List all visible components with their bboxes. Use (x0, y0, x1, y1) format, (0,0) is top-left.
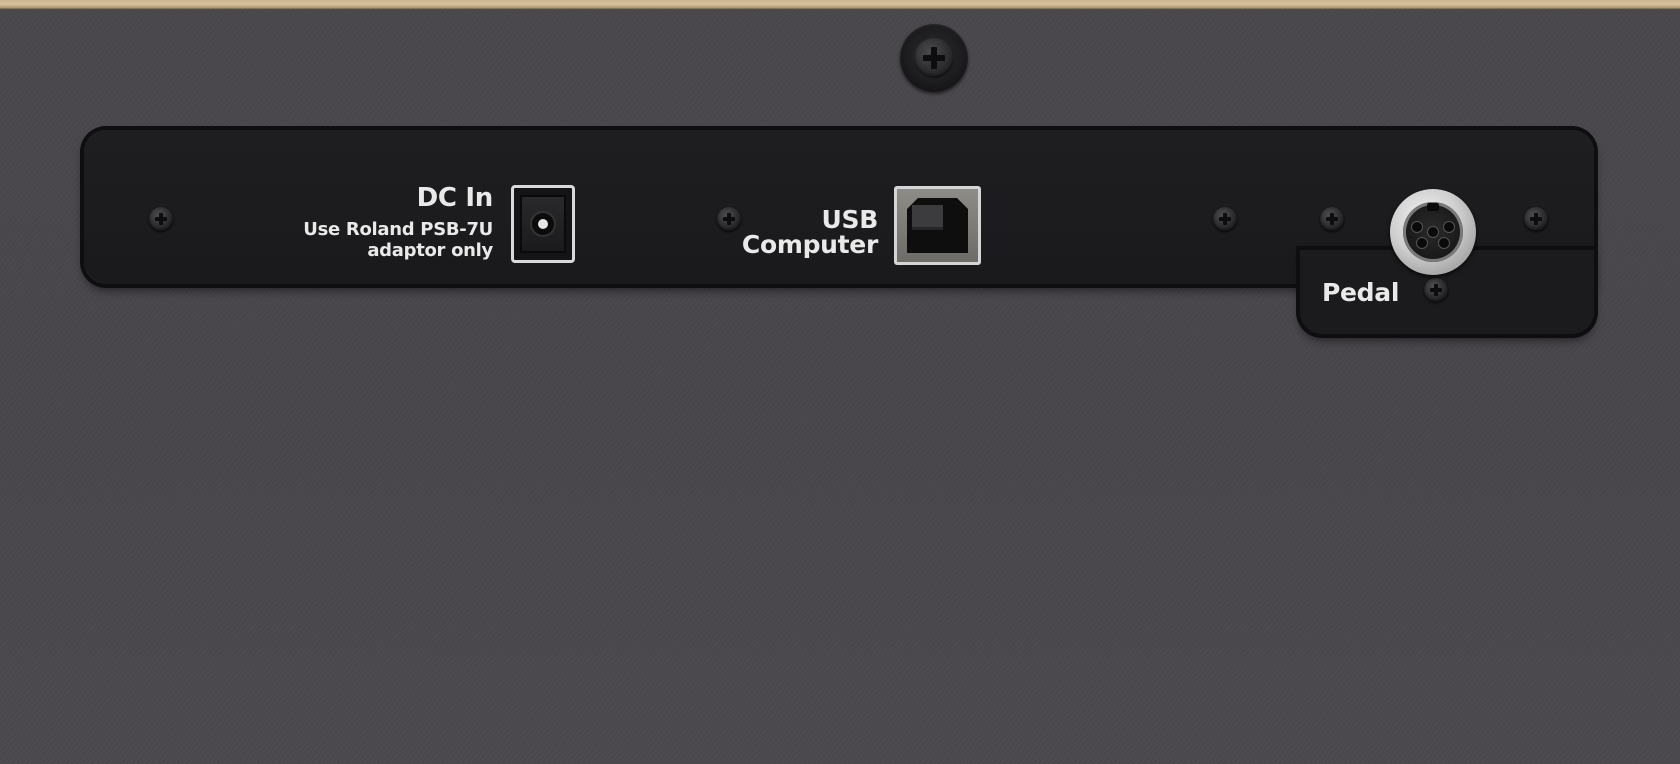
usb-computer-label: Computer (741, 230, 878, 259)
usb-b-port-icon[interactable] (894, 186, 981, 265)
top-screw-cup (900, 24, 968, 92)
plate-screw-icon (1213, 207, 1237, 231)
pedal-pin (1444, 222, 1454, 232)
dc-power-jack-icon[interactable] (511, 185, 575, 263)
instrument-rear-panel-scene: DC In Use Roland PSB-7U adaptor only USB… (0, 0, 1680, 764)
dc-in-label: DC In (416, 183, 494, 213)
wood-top-edge (0, 0, 1680, 10)
plate-screw-icon (1424, 278, 1448, 302)
plate-screw-icon (149, 207, 173, 231)
phillips-screw-icon (914, 38, 954, 78)
usb-port-tongue (912, 205, 943, 230)
plate-screw-icon (1524, 207, 1548, 231)
dc-in-note-line1: Use Roland PSB-7U (303, 219, 493, 240)
pedal-pin (1428, 227, 1438, 237)
pedal-pin (1439, 238, 1449, 248)
pedal-pin (1417, 238, 1427, 248)
plate-screw-icon (1320, 207, 1344, 231)
pedal-pin (1412, 222, 1422, 232)
dc-jack-housing (520, 195, 566, 253)
din-connector-icon[interactable] (1390, 189, 1476, 275)
plate-screw-icon (717, 207, 741, 231)
dc-in-note-line2: adaptor only (367, 240, 493, 261)
pedal-socket-key (1427, 203, 1439, 211)
dc-jack-pin (532, 213, 554, 235)
pedal-label: Pedal (1322, 278, 1400, 307)
pedal-socket (1403, 202, 1463, 262)
